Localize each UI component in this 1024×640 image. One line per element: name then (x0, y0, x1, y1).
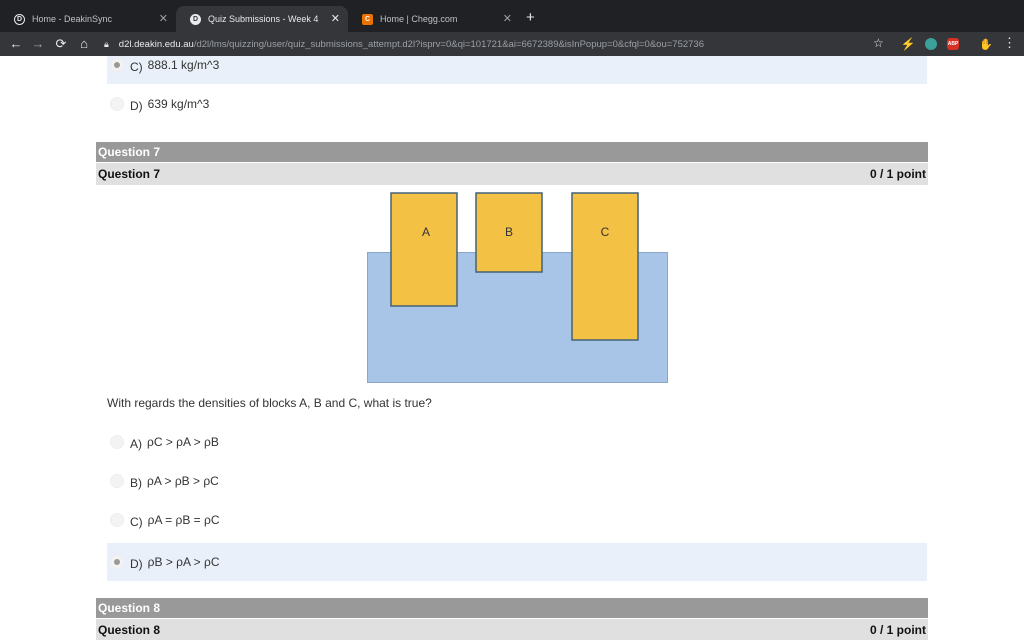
block-c-label: C (601, 225, 610, 239)
block-b-label: B (505, 225, 513, 239)
tab-title: Quiz Submissions - Week 4 Qu (208, 14, 320, 24)
option-letter: A) (130, 437, 142, 451)
menu-icon[interactable]: ⋮ (1003, 35, 1016, 51)
new-tab-icon[interactable]: + (526, 9, 535, 26)
browser-tab-bar: D Home - DeakinSync ✕ D Quiz Submissions… (0, 0, 1024, 32)
browser-toolbar: ← → ⟳ ⌂ 🔒︎ d2l.deakin.edu.au /d2l/lms/qu… (0, 32, 1024, 56)
adblock-icon[interactable]: ABP (947, 38, 959, 50)
radio-button[interactable] (110, 58, 124, 72)
option-text: 888.1 kg/m^3 (147, 58, 220, 72)
url-host: d2l.deakin.edu.au (118, 38, 194, 50)
home-icon[interactable]: ⌂ (76, 36, 92, 52)
option-text: ρA = ρB = ρC (147, 513, 220, 527)
close-tab-icon[interactable]: ✕ (159, 12, 168, 25)
radio-button[interactable] (110, 513, 124, 527)
radio-button[interactable] (110, 555, 124, 569)
address-bar[interactable]: 🔒︎ d2l.deakin.edu.au /d2l/lms/quizzing/u… (104, 34, 894, 54)
block-a (390, 192, 458, 307)
deakin-icon: D (190, 13, 201, 25)
answer-option[interactable]: D) ρB > ρA > ρC (107, 543, 927, 581)
option-text: ρB > ρA > ρC (147, 555, 220, 569)
tab-chegg[interactable]: C Home | Chegg.com ✕ (348, 6, 520, 32)
tab-quiz-submissions[interactable]: D Quiz Submissions - Week 4 Qu ✕ (176, 6, 348, 32)
extension-icon[interactable] (925, 38, 937, 50)
option-text: ρC > ρA > ρB (147, 435, 219, 449)
option-letter: C) (130, 60, 143, 74)
question-text: With regards the densities of blocks A, … (107, 396, 432, 410)
answer-option[interactable]: C) ρA = ρB = ρC (107, 501, 927, 539)
url-path: /d2l/lms/quizzing/user/quiz_submissions_… (193, 38, 704, 50)
question-score: 0 / 1 point (869, 167, 926, 181)
buoyancy-diagram: A B C (367, 192, 668, 383)
option-letter: C) (130, 515, 143, 529)
quiz-content: C) 888.1 kg/m^3 D) 639 kg/m^3 Question 7… (0, 56, 1024, 640)
option-text: 639 kg/m^3 (147, 97, 210, 111)
option-letter: B) (130, 476, 142, 490)
question-header: Question 7 (96, 142, 928, 162)
tab-title: Home - DeakinSync (32, 14, 113, 24)
reload-icon[interactable]: ⟳ (53, 36, 69, 52)
radio-button[interactable] (110, 97, 124, 111)
tab-deakinsync[interactable]: D Home - DeakinSync ✕ (0, 6, 176, 32)
tab-title: Home | Chegg.com (380, 14, 458, 24)
answer-option[interactable]: A) ρC > ρA > ρB (107, 423, 927, 461)
forward-icon[interactable]: → (30, 36, 46, 52)
option-letter: D) (130, 557, 143, 571)
extension-icon[interactable]: ⚡ (901, 37, 916, 51)
block-c (571, 192, 639, 341)
answer-option[interactable]: D) 639 kg/m^3 (107, 85, 927, 123)
lock-icon: 🔒︎ (104, 38, 109, 49)
question-header: Question 8 (96, 598, 928, 618)
close-tab-icon[interactable]: ✕ (331, 12, 340, 25)
back-icon[interactable]: ← (8, 36, 24, 52)
question-score: 0 / 1 point (869, 623, 926, 637)
question-title-bar: Question 7 0 / 1 point (96, 163, 928, 185)
extension-icon[interactable]: ✋ (979, 38, 993, 51)
question-title: Question 7 (98, 167, 161, 181)
question-title-bar: Question 8 0 / 1 point (96, 619, 928, 640)
bookmark-star-icon[interactable]: ☆ (873, 36, 884, 50)
radio-button[interactable] (110, 435, 124, 449)
option-letter: D) (130, 99, 143, 113)
block-a-label: A (422, 225, 430, 239)
chegg-icon: C (362, 13, 373, 25)
answer-option[interactable]: C) 888.1 kg/m^3 (107, 56, 927, 84)
option-text: ρA > ρB > ρC (147, 474, 219, 488)
close-tab-icon[interactable]: ✕ (503, 12, 512, 25)
answer-option[interactable]: B) ρA > ρB > ρC (107, 462, 927, 500)
deakin-icon: D (14, 13, 25, 25)
radio-button[interactable] (110, 474, 124, 488)
question-title: Question 8 (98, 623, 161, 637)
